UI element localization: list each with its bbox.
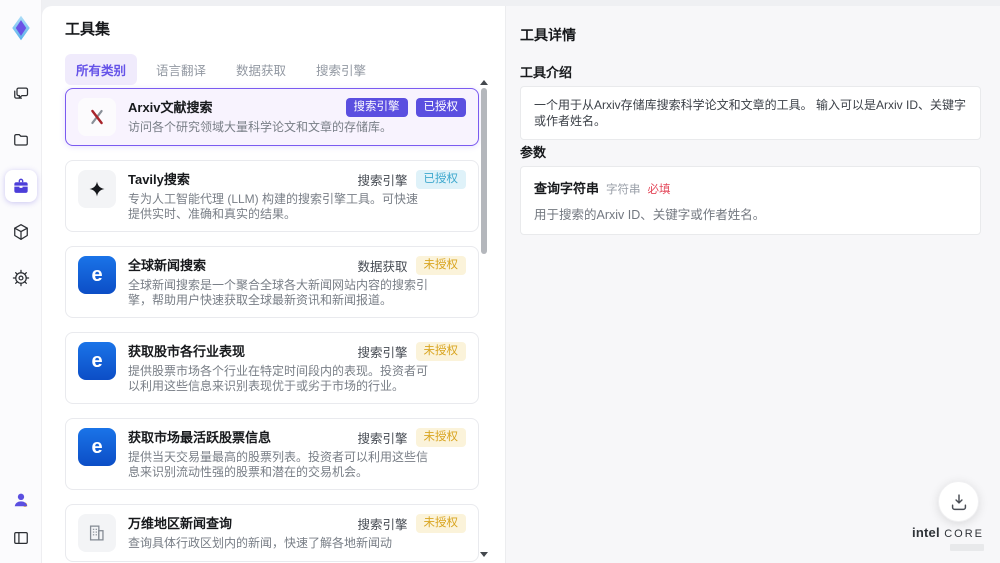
news-app-icon: e <box>78 428 116 466</box>
tool-name: Tavily搜索 <box>128 171 190 187</box>
tool-description: 全球新闻搜索是一个聚合全球各大新闻网站内容的搜索引擎，帮助用户快速获取全球最新资… <box>128 278 429 307</box>
tool-list: Arxiv文献搜索 搜索引擎 已授权 访问各个研究领域大量科学论文和文章的存储库… <box>65 88 479 562</box>
auth-badge: 未授权 <box>415 256 466 275</box>
sidebar-item-chat[interactable] <box>5 78 37 110</box>
intel-core-logo: intel CORE <box>912 524 984 551</box>
category-tab[interactable]: 数据获取 <box>225 54 297 85</box>
app-window: 工具集 所有类别 语言翻译 数据获取 搜索引擎 Arxiv文献搜索 搜索引擎 已授权 … <box>0 0 1000 563</box>
tool-description: 访问各个研究领域大量科学论文和文章的存储库。 <box>128 120 393 134</box>
category-badge: 搜索引擎 <box>345 98 408 117</box>
auth-badge: 未授权 <box>415 428 466 447</box>
intel-brand-text: intel <box>912 525 940 540</box>
tool-description: 提供股票市场各个行业在特定时间段内的表现。投资者可以利用这些信息来识别表现优于或… <box>128 364 429 393</box>
tool-intro-box: 一个用于从Arxiv存储库搜索科学论文和文章的工具。 输入可以是Arxiv ID… <box>520 86 981 140</box>
category-tabs: 所有类别 语言翻译 数据获取 搜索引擎 <box>65 54 377 85</box>
download-button[interactable] <box>938 481 979 522</box>
tool-name: 万维地区新闻查询 <box>128 515 233 531</box>
scroll-down-icon[interactable] <box>480 552 488 557</box>
tavily-star-icon <box>78 170 116 208</box>
news-app-icon: e <box>78 256 116 294</box>
auth-badge: 已授权 <box>415 98 466 117</box>
folder-icon <box>13 133 28 146</box>
cube-icon <box>13 224 28 240</box>
category-tab[interactable]: 语言翻译 <box>145 54 217 85</box>
tool-card[interactable]: e 获取股市各行业表现 搜索引擎 未授权 提供股票市场各个行业在特定时间段内的表… <box>65 332 479 404</box>
tool-card[interactable]: e 获取市场最活跃股票信息 搜索引擎 未授权 提供当天交易量最高的股票列表。投资… <box>65 418 479 490</box>
scrollbar[interactable] <box>480 80 488 557</box>
tool-card[interactable]: Tavily搜索 搜索引擎 已授权 专为人工智能代理 (LLM) 构建的搜索引擎… <box>65 160 479 232</box>
tool-card[interactable]: e 全球新闻搜索 数据获取 未授权 全球新闻搜索是一个聚合全球各大新闻网站内容的… <box>65 246 479 318</box>
auth-badge: 未授权 <box>415 514 466 533</box>
intro-label: 工具介绍 <box>520 65 573 80</box>
chat-icon <box>13 87 28 99</box>
param-required-badge: 必填 <box>647 184 671 196</box>
tool-details-panel: 工具详情 工具介绍 一个用于从Arxiv存储库搜索科学论文和文章的工具。 输入可… <box>505 6 1000 563</box>
category-tab[interactable]: 所有类别 <box>65 54 138 85</box>
param-name: 查询字符串 <box>534 181 600 196</box>
tool-card[interactable]: Arxiv文献搜索 搜索引擎 已授权 访问各个研究领域大量科学论文和文章的存储库… <box>65 88 479 146</box>
category-badge: 搜索引擎 <box>357 346 408 360</box>
tool-description: 查询具体行政区划内的新闻，快速了解各地新闻动 <box>128 536 393 550</box>
user-avatar-icon <box>14 493 27 507</box>
news-app-icon: e <box>78 342 116 380</box>
gear-icon <box>12 269 29 287</box>
sidebar-item-settings[interactable] <box>5 262 37 294</box>
scrollbar-thumb[interactable] <box>481 88 487 254</box>
param-description: 用于搜索的Arxiv ID、关键字或作者姓名。 <box>534 208 766 222</box>
tool-description: 专为人工智能代理 (LLM) 构建的搜索引擎工具。可快速提供实时、准确和真实的结… <box>128 192 419 221</box>
tool-name: 获取股市各行业表现 <box>128 343 246 359</box>
scroll-up-icon[interactable] <box>480 80 488 85</box>
tool-name: 获取市场最活跃股票信息 <box>128 429 272 445</box>
panel-toggle-button[interactable] <box>8 525 34 551</box>
category-badge: 搜索引擎 <box>357 518 408 532</box>
tool-name: 全球新闻搜索 <box>128 257 207 273</box>
category-badge: 搜索引擎 <box>357 432 408 446</box>
panel-toggle-icon <box>13 531 28 545</box>
param-type: 字符串 <box>606 184 641 196</box>
params-label: 参数 <box>520 145 547 160</box>
param-list: 查询字符串 字符串 必填 用于搜索的Arxiv ID、关键字或作者姓名。 <box>520 166 981 235</box>
arxiv-logo-icon <box>78 98 116 136</box>
tool-name: Arxiv文献搜索 <box>128 99 213 115</box>
gem-logo-icon[interactable] <box>7 14 35 42</box>
sidebar-nav <box>4 78 37 294</box>
download-icon <box>951 493 966 510</box>
sidebar-bottom <box>8 487 34 551</box>
param-row: 查询字符串 字符串 必填 用于搜索的Arxiv ID、关键字或作者姓名。 <box>534 178 967 223</box>
tool-description: 提供当天交易量最高的股票列表。投资者可以利用这些信息来识别流动性强的股票和潜在的… <box>128 450 429 479</box>
user-avatar[interactable] <box>8 487 34 513</box>
sidebar-item-files[interactable] <box>5 124 37 156</box>
page-title: 工具集 <box>65 21 111 38</box>
core-brand-text: CORE <box>944 528 984 540</box>
category-badge: 数据获取 <box>357 260 408 274</box>
category-tab[interactable]: 搜索引擎 <box>305 54 377 85</box>
sidebar-item-packages[interactable] <box>5 216 37 248</box>
main-panel: 工具集 所有类别 语言翻译 数据获取 搜索引擎 Arxiv文献搜索 搜索引擎 已授权 … <box>42 6 1000 563</box>
details-title: 工具详情 <box>520 27 576 43</box>
briefcase-icon <box>13 178 28 193</box>
intel-sub-badge <box>950 544 984 551</box>
building-icon <box>78 514 116 552</box>
auth-badge: 已授权 <box>415 170 466 189</box>
category-badge: 搜索引擎 <box>357 174 408 188</box>
sidebar <box>0 0 42 563</box>
tool-card[interactable]: 万维地区新闻查询 搜索引擎 未授权 查询具体行政区划内的新闻，快速了解各地新闻动 <box>65 504 479 562</box>
tool-intro-text: 一个用于从Arxiv存储库搜索科学论文和文章的工具。 输入可以是Arxiv ID… <box>534 98 967 128</box>
sidebar-item-tools[interactable] <box>4 170 37 202</box>
auth-badge: 未授权 <box>415 342 466 361</box>
